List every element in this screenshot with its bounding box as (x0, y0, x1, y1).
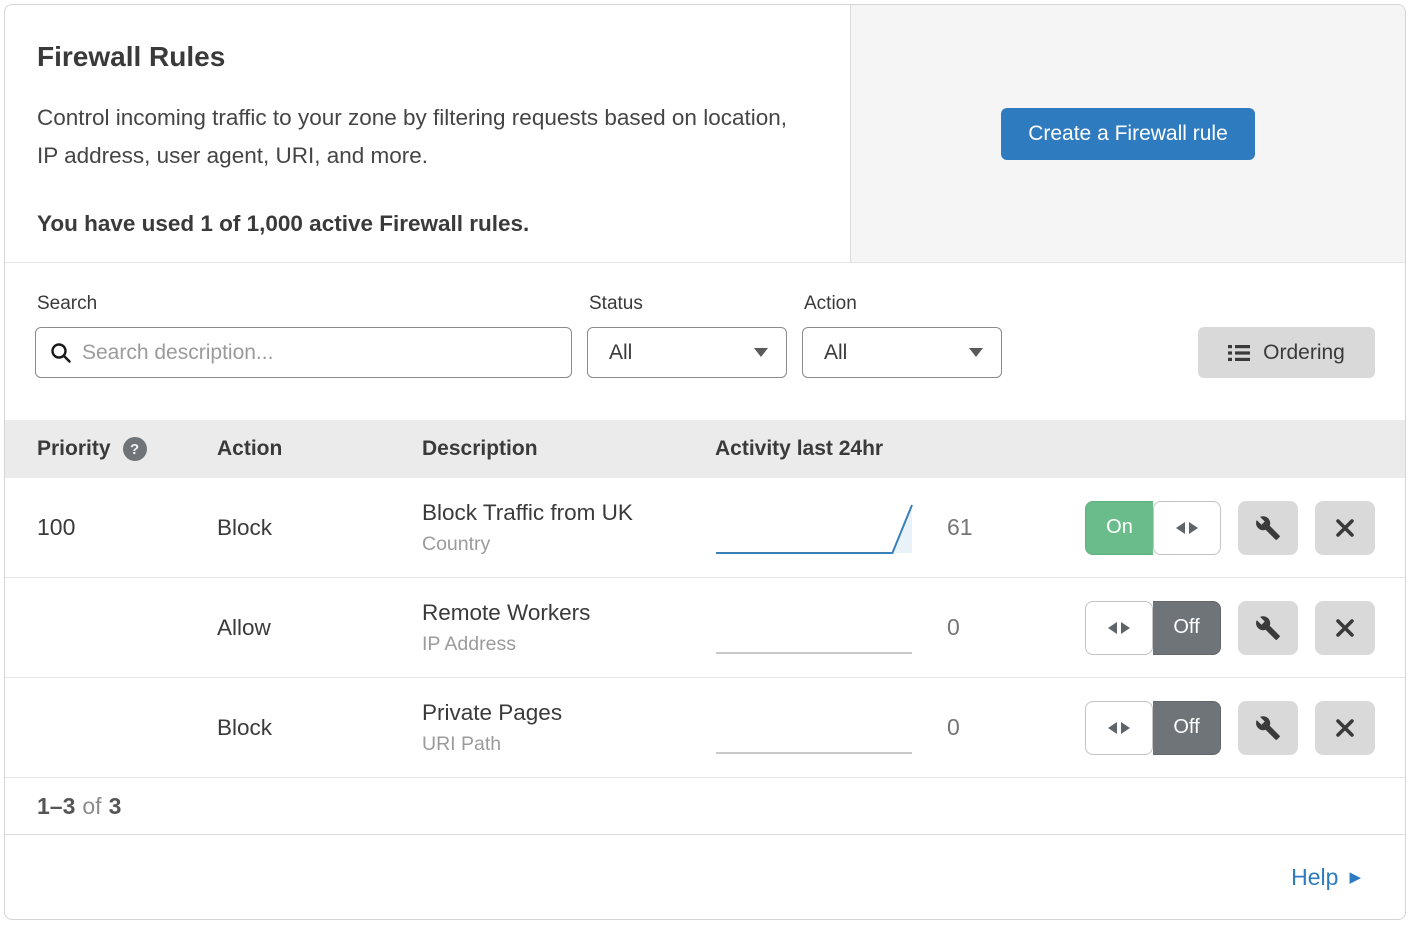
rule-match-type: Country (422, 533, 715, 556)
status-select-value: All (609, 341, 632, 365)
column-header-action: Action (217, 437, 422, 461)
arrow-right-icon: ▶ (1349, 870, 1361, 885)
activity-sparkline (715, 499, 915, 557)
usage-note: You have used 1 of 1,000 active Firewall… (37, 211, 818, 237)
rule-action: Allow (217, 615, 422, 641)
edit-rule-button[interactable] (1238, 601, 1298, 655)
rule-controls-cell: On (1045, 501, 1375, 555)
priority-header-label: Priority (37, 437, 111, 461)
chevron-down-icon (754, 348, 768, 357)
toggle-handle-icon (1153, 501, 1221, 555)
wrench-icon (1255, 715, 1281, 741)
page-title: Firewall Rules (37, 41, 818, 73)
firewall-rules-card: Firewall Rules Control incoming traffic … (4, 4, 1406, 920)
action-select-value: All (824, 341, 847, 365)
table-header: Priority ? Action Description Activity l… (5, 420, 1405, 478)
rule-action: Block (217, 715, 422, 741)
ordering-list-icon (1228, 344, 1250, 362)
ordering-button[interactable]: Ordering (1198, 327, 1375, 378)
action-filter-group: Action All (802, 293, 1002, 378)
search-label: Search (37, 293, 570, 315)
activity-sparkline (715, 699, 915, 757)
activity-count: 0 (947, 714, 975, 741)
rule-description-cell: Private Pages URI Path (422, 700, 715, 756)
rule-description[interactable]: Private Pages (422, 700, 715, 726)
toggle-handle-icon (1085, 701, 1153, 755)
toggle-off-label: Off (1153, 601, 1221, 655)
search-input[interactable] (82, 341, 557, 365)
delete-rule-button[interactable] (1315, 701, 1375, 755)
search-input-wrapper (35, 327, 572, 378)
toggle-off-label: Off (1153, 701, 1221, 755)
edit-rule-button[interactable] (1238, 701, 1298, 755)
activity-count: 0 (947, 614, 975, 641)
page-description: Control incoming traffic to your zone by… (37, 99, 812, 175)
wrench-icon (1255, 515, 1281, 541)
wrench-icon (1255, 615, 1281, 641)
action-select[interactable]: All (802, 327, 1002, 378)
pagination-range: 1–3 (37, 793, 75, 820)
header-action-panel: Create a Firewall rule (850, 5, 1405, 262)
edit-rule-button[interactable] (1238, 501, 1298, 555)
rule-activity-cell: 61 (715, 499, 1045, 557)
close-icon (1334, 617, 1356, 639)
rule-enabled-toggle[interactable]: On (1085, 501, 1221, 555)
pagination-bar: 1–3 of 3 (5, 778, 1405, 835)
column-header-priority: Priority ? (37, 437, 217, 461)
help-link[interactable]: Help ▶ (1291, 864, 1361, 891)
help-link-label: Help (1291, 864, 1338, 891)
table-row: Block Private Pages URI Path 0 Off (5, 678, 1405, 778)
pagination-of: of (82, 793, 101, 820)
delete-rule-button[interactable] (1315, 501, 1375, 555)
delete-rule-button[interactable] (1315, 601, 1375, 655)
rule-activity-cell: 0 (715, 699, 1045, 757)
column-header-activity: Activity last 24hr (715, 437, 1045, 461)
toggle-handle-icon (1085, 601, 1153, 655)
help-bar: Help ▶ (5, 835, 1405, 919)
table-row: 100 Block Block Traffic from UK Country … (5, 478, 1405, 578)
ordering-button-label: Ordering (1263, 341, 1345, 365)
status-filter-group: Status All (587, 293, 787, 378)
rule-description-cell: Remote Workers IP Address (422, 600, 715, 656)
activity-sparkline (715, 599, 915, 657)
header-text-panel: Firewall Rules Control incoming traffic … (5, 5, 850, 262)
rule-description-cell: Block Traffic from UK Country (422, 500, 715, 556)
chevron-down-icon (969, 348, 983, 357)
rule-description[interactable]: Block Traffic from UK (422, 500, 715, 526)
table-row: Allow Remote Workers IP Address 0 Off (5, 578, 1405, 678)
filters-bar: Search Status All Action All (5, 263, 1405, 420)
activity-count: 61 (947, 514, 975, 541)
rule-controls-cell: Off (1045, 601, 1375, 655)
header-section: Firewall Rules Control incoming traffic … (5, 5, 1405, 263)
search-icon (50, 342, 72, 364)
rule-enabled-toggle[interactable]: Off (1085, 601, 1221, 655)
rule-description[interactable]: Remote Workers (422, 600, 715, 626)
action-label: Action (804, 293, 1000, 315)
search-filter-group: Search (35, 293, 572, 378)
status-label: Status (589, 293, 785, 315)
rule-match-type: IP Address (422, 633, 715, 656)
rule-action: Block (217, 515, 422, 541)
column-header-description: Description (422, 437, 715, 461)
status-select[interactable]: All (587, 327, 787, 378)
close-icon (1334, 717, 1356, 739)
priority-help-icon[interactable]: ? (123, 437, 147, 461)
rule-match-type: URI Path (422, 733, 715, 756)
rule-activity-cell: 0 (715, 599, 1045, 657)
rule-priority: 100 (37, 514, 217, 541)
toggle-on-label: On (1085, 501, 1153, 555)
rule-enabled-toggle[interactable]: Off (1085, 701, 1221, 755)
rule-controls-cell: Off (1045, 701, 1375, 755)
pagination-total: 3 (109, 793, 122, 820)
close-icon (1334, 517, 1356, 539)
create-firewall-rule-button[interactable]: Create a Firewall rule (1001, 108, 1255, 160)
